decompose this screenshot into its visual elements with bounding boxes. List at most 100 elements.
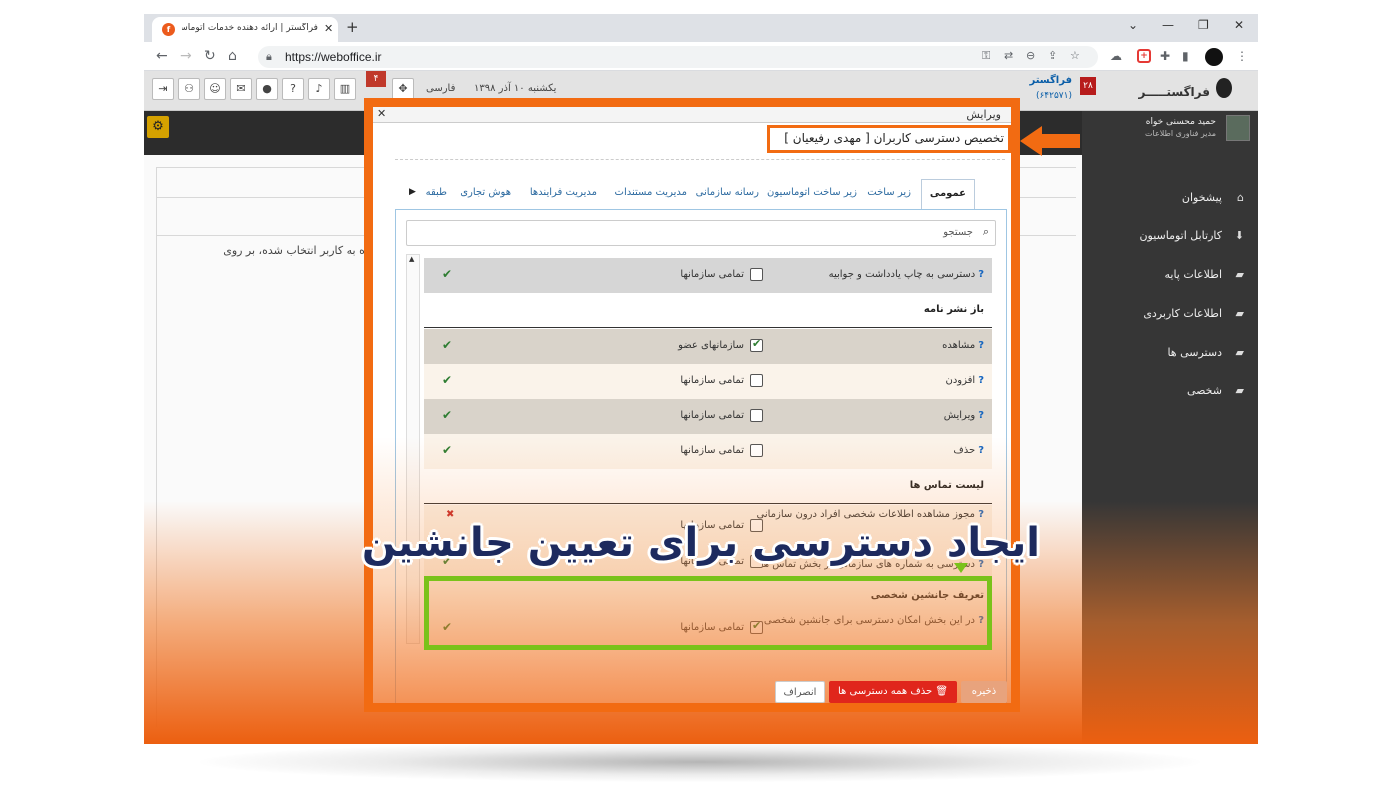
address-bar[interactable]: 🔒︎ https://weboffice.ir ⚿ ⇄ ⊖ ⇪ ☆ — [258, 46, 1098, 68]
minimize-button[interactable]: — — [1162, 18, 1174, 32]
reload-icon[interactable]: ↻ — [204, 48, 216, 64]
language-select[interactable]: فارسی — [426, 83, 455, 94]
inbox-icon: ⬇ — [1234, 229, 1244, 242]
check-icon: ✔ — [442, 338, 453, 352]
browser-tab[interactable]: f فراگستر | ارائه دهنده خدمات اتوماسیون … — [152, 17, 338, 42]
logout-icon[interactable]: ⇥ — [152, 78, 174, 100]
help-icon[interactable]: ? — [978, 509, 984, 520]
scope-label: سازمانهای عضو — [678, 340, 744, 351]
comment-icon[interactable]: ● — [256, 78, 278, 100]
chat-icon[interactable]: ✉ — [230, 78, 252, 100]
tab-general[interactable]: عمومی — [920, 179, 975, 209]
avatar[interactable] — [1226, 115, 1250, 141]
sidebar-item-dashboard[interactable]: ⌂پیشخوان — [1094, 191, 1244, 204]
mic-icon[interactable]: ♪ — [308, 78, 330, 100]
permission-label: ویرایش — [943, 410, 976, 421]
folder-icon: ▰ — [1235, 307, 1244, 320]
home-icon: ⌂ — [1237, 191, 1244, 204]
permission-checkbox[interactable] — [750, 409, 763, 422]
help-icon[interactable]: ? — [978, 269, 984, 280]
brand-logo-icon — [1216, 78, 1232, 98]
help-icon[interactable]: ? — [978, 445, 984, 456]
sidepanel-icon[interactable]: ▮ — [1182, 49, 1189, 63]
tab-category[interactable]: طبقه — [426, 187, 447, 198]
key-icon[interactable]: ⚿ — [982, 49, 990, 63]
dialog-title: ویرایش — [966, 108, 1001, 121]
frame-shadow — [200, 742, 1200, 782]
help-icon[interactable]: ? — [978, 375, 984, 386]
extension-red-icon[interactable]: + — [1137, 49, 1151, 63]
tab-title: فراگستر | ارائه دهنده خدمات اتوماسیون اد… — [182, 23, 318, 33]
extensions-puzzle-icon[interactable]: ✚ — [1160, 49, 1170, 63]
permission-checkbox[interactable] — [750, 268, 763, 281]
share-icon[interactable]: ⇪ — [1048, 49, 1057, 62]
sidebar-item-base-info[interactable]: ▰اطلاعات پایه — [1094, 268, 1244, 281]
cancel-button[interactable]: انصراف — [775, 681, 825, 703]
dialog-header: ویرایش ✕ — [373, 107, 1011, 123]
tab-bi[interactable]: هوش تجاری — [460, 187, 511, 198]
permission-checkbox[interactable] — [750, 337, 763, 352]
menu-dots-icon[interactable]: ⋮ — [1236, 49, 1248, 63]
gear-icon[interactable]: ⚙ — [147, 116, 169, 138]
back-icon[interactable]: ← — [156, 48, 168, 64]
permission-checkbox[interactable] — [750, 444, 763, 457]
tabs-scroll-right-icon[interactable]: ▶ — [409, 187, 416, 197]
section-title: لیست تماس ها — [909, 480, 984, 491]
scope-label: تمامی سازمانها — [680, 445, 744, 456]
extension-cloud-icon[interactable]: ☁ — [1110, 49, 1122, 63]
tab-strip: f فراگستر | ارائه دهنده خدمات اتوماسیون … — [144, 14, 1258, 42]
new-tab-button[interactable]: + — [346, 18, 359, 36]
save-button[interactable]: ذخیره — [961, 681, 1007, 703]
date-text: یکشنبه ۱۰ آذر ۱۳۹۸ — [474, 83, 557, 94]
sidebar-item-applied-info[interactable]: ▰اطلاعات کاربردی — [1094, 307, 1244, 320]
tab-close-icon[interactable]: ✕ — [324, 22, 333, 35]
maximize-button[interactable]: ❐ — [1198, 18, 1209, 32]
plugin-icon[interactable]: ✥ — [392, 78, 414, 100]
bookmark-star-icon[interactable]: ☆ — [1070, 49, 1080, 62]
trash-icon: 🗑︎ — [932, 686, 949, 697]
search-input[interactable]: ⌕ جستجو — [406, 220, 996, 246]
sidebar-item-access[interactable]: ▰دسترسی ها — [1094, 346, 1244, 359]
chart-icon[interactable]: ▥ — [334, 78, 356, 100]
scrollbar[interactable]: ▲ — [406, 254, 420, 644]
sidebar-item-cartable[interactable]: ⬇کارتابل اتوماسیون — [1094, 229, 1244, 242]
table-row: ?ویرایش تمامی سازمانها ✔ — [424, 399, 992, 434]
dialog-tabs: عمومی زیر ساخت زیر ساخت اتوماسیون رسانه … — [403, 179, 975, 209]
scroll-up-icon[interactable]: ▲ — [409, 255, 414, 263]
org-chart-icon[interactable]: ⚇ — [178, 78, 200, 100]
permission-label: حذف — [953, 445, 976, 456]
headline-caption: ایجاد دسترسی برای تعیین جانشین — [361, 520, 1040, 566]
home-icon[interactable]: ⌂ — [228, 48, 237, 64]
folder-icon: ▰ — [1235, 268, 1244, 281]
user-name[interactable]: حمید محسنی خواه — [1146, 117, 1216, 127]
tab-docs[interactable]: مدیریت مستندات — [615, 187, 687, 198]
screenshot-stage: f فراگستر | ارائه دهنده خدمات اتوماسیون … — [0, 0, 1400, 788]
deny-icon: ✖ — [446, 509, 455, 520]
table-row: ?حذف تمامی سازمانها ✔ — [424, 434, 992, 469]
help-icon[interactable]: ? — [978, 410, 984, 421]
check-icon: ✔ — [442, 443, 453, 457]
help-icon[interactable]: ? — [978, 340, 984, 351]
close-window-button[interactable]: ✕ — [1234, 18, 1244, 32]
permission-checkbox[interactable] — [750, 374, 763, 387]
tab-processes[interactable]: مدیریت فرایندها — [530, 187, 597, 198]
delete-all-button[interactable]: 🗑︎ حذف همه دسترسی ها — [829, 681, 957, 703]
forward-icon[interactable]: → — [180, 48, 192, 64]
notification-badge[interactable]: ۴ — [366, 71, 386, 87]
sidebar-item-personal[interactable]: ▰شخصی — [1094, 384, 1244, 397]
tab-org-media[interactable]: رسانه سازمانی — [696, 187, 759, 198]
zoom-icon[interactable]: ⊖ — [1026, 49, 1035, 62]
tab-automation-infra[interactable]: زیر ساخت اتوماسیون — [767, 187, 857, 198]
close-icon[interactable]: ✕ — [377, 107, 386, 120]
help-icon[interactable]: ? — [282, 78, 304, 100]
tab-infrastructure[interactable]: زیر ساخت — [867, 187, 911, 198]
chevron-down-icon[interactable]: ⌄ — [1128, 18, 1138, 32]
lock-icon: 🔒︎ — [266, 50, 272, 63]
user-icon[interactable]: ☺ — [204, 78, 226, 100]
translate-icon[interactable]: ⇄ — [1004, 49, 1013, 62]
section-row: لیست تماس ها — [424, 469, 992, 504]
user-role: مدیر فناوری اطلاعات — [1145, 129, 1216, 138]
folder-icon: ▰ — [1235, 384, 1244, 397]
brand-logo-text: فراگستـــــر — [1138, 85, 1210, 99]
profile-avatar[interactable] — [1205, 48, 1223, 66]
